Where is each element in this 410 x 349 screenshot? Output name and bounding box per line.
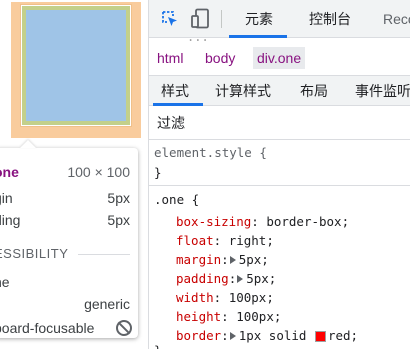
property-value[interactable]: border-box; [266, 214, 349, 229]
tooltip-padding-row: ding 5px [0, 210, 130, 230]
tab-elements[interactable]: 元素 [233, 0, 285, 38]
breadcrumb-div-one[interactable]: div.one [253, 47, 306, 69]
tooltip-name-row: ne [0, 272, 130, 292]
toolbar-separator [221, 10, 222, 28]
tab-recorder[interactable]: Reco [383, 0, 410, 38]
property-name[interactable]: border [176, 328, 221, 343]
property-value[interactable]: 5px; [246, 271, 276, 286]
tooltip-element-row: one 100 × 100 [0, 162, 130, 182]
property-name[interactable]: margin [176, 252, 221, 267]
color-swatch-icon[interactable] [314, 330, 326, 342]
property-name[interactable]: width [176, 290, 214, 305]
tooltip-padding-value: 5px [107, 212, 130, 228]
element-style-close-brace: } [154, 165, 162, 180]
property-value[interactable]: 5px; [239, 252, 269, 267]
css-rule-one: .one { box-sizing: border-box; float: ri… [149, 186, 410, 349]
declaration-box-sizing[interactable]: box-sizing: border-box; [176, 212, 349, 231]
tooltip-divider [78, 254, 130, 255]
styles-filter-input[interactable] [157, 113, 397, 133]
expand-triangle-icon[interactable] [229, 332, 236, 340]
highlight-border-box [20, 4, 132, 127]
property-value[interactable]: 100px; [229, 290, 274, 305]
devtools-panel: 元素 控制台 Reco ... html body div.one 样式 计算样… [149, 0, 410, 349]
dom-tree-overflow-text: ... [187, 30, 209, 44]
declaration-width[interactable]: width: 100px; [176, 288, 274, 307]
property-name[interactable]: height [176, 309, 221, 324]
tooltip-element-name: one [0, 164, 19, 180]
tooltip-role-value: generic [84, 296, 130, 312]
tooltip-padding-label: ding [0, 212, 21, 228]
property-value[interactable]: right; [229, 233, 274, 248]
tooltip-margin-label: gin [0, 190, 13, 206]
property-name[interactable]: padding [176, 271, 229, 286]
tooltip-dimensions: 100 × 100 [67, 164, 130, 180]
tab-event-listeners[interactable]: 事件监听 [355, 76, 410, 106]
tooltip-margin-value: 5px [107, 190, 130, 206]
tooltip-margin-row: gin 5px [0, 188, 130, 208]
declaration-float[interactable]: float: right; [176, 231, 274, 250]
element-style-selector[interactable]: element.style { [154, 145, 267, 160]
expand-triangle-icon[interactable] [237, 275, 244, 283]
breadcrumb: ... html body div.one [149, 30, 410, 76]
tab-console[interactable]: 控制台 [309, 0, 351, 38]
declaration-padding[interactable]: padding: 5px; [176, 269, 276, 288]
tab-computed[interactable]: 计算样式 [215, 76, 271, 106]
inspect-tooltip: one 100 × 100 gin 5px ding 5px ESSIBILIT… [0, 148, 138, 338]
not-allowed-icon [116, 320, 132, 336]
breadcrumb-html[interactable]: html [153, 47, 187, 69]
styles-filter-bar [149, 106, 410, 140]
property-name[interactable]: float [176, 233, 214, 248]
declaration-margin[interactable]: margin: 5px; [176, 250, 269, 269]
property-value[interactable]: 100px; [236, 309, 281, 324]
property-color-value[interactable]: red; [328, 328, 358, 343]
tab-styles[interactable]: 样式 [161, 76, 189, 106]
device-toggle-icon[interactable] [191, 8, 211, 30]
breadcrumb-body[interactable]: body [201, 47, 239, 69]
tooltip-name-label: ne [0, 274, 10, 290]
styles-tabbar: 样式 计算样式 布局 事件监听 [149, 76, 410, 106]
expand-triangle-icon[interactable] [229, 256, 236, 264]
element-style-section: element.style { } [149, 140, 410, 186]
highlight-content-box [26, 10, 126, 121]
highlight-padding-box [22, 6, 130, 125]
tooltip-keyboard-row: board-focusable [0, 318, 132, 338]
inspect-icon[interactable] [161, 10, 179, 28]
tab-layout[interactable]: 布局 [300, 76, 328, 106]
page-preview: one 100 × 100 gin 5px ding 5px ESSIBILIT… [0, 0, 148, 349]
rule-selector[interactable]: .one { [154, 192, 199, 207]
tooltip-keyboard-label: board-focusable [0, 320, 95, 336]
property-value[interactable]: 1px solid [239, 328, 307, 343]
highlight-margin-box [11, 2, 141, 138]
property-name[interactable]: box-sizing [176, 214, 251, 229]
tooltip-role-row: generic [0, 294, 130, 314]
rule-close-brace: } [154, 343, 162, 349]
declaration-height[interactable]: height: 100px; [176, 307, 281, 326]
declaration-border[interactable]: border: 1px solid red; [176, 326, 358, 345]
